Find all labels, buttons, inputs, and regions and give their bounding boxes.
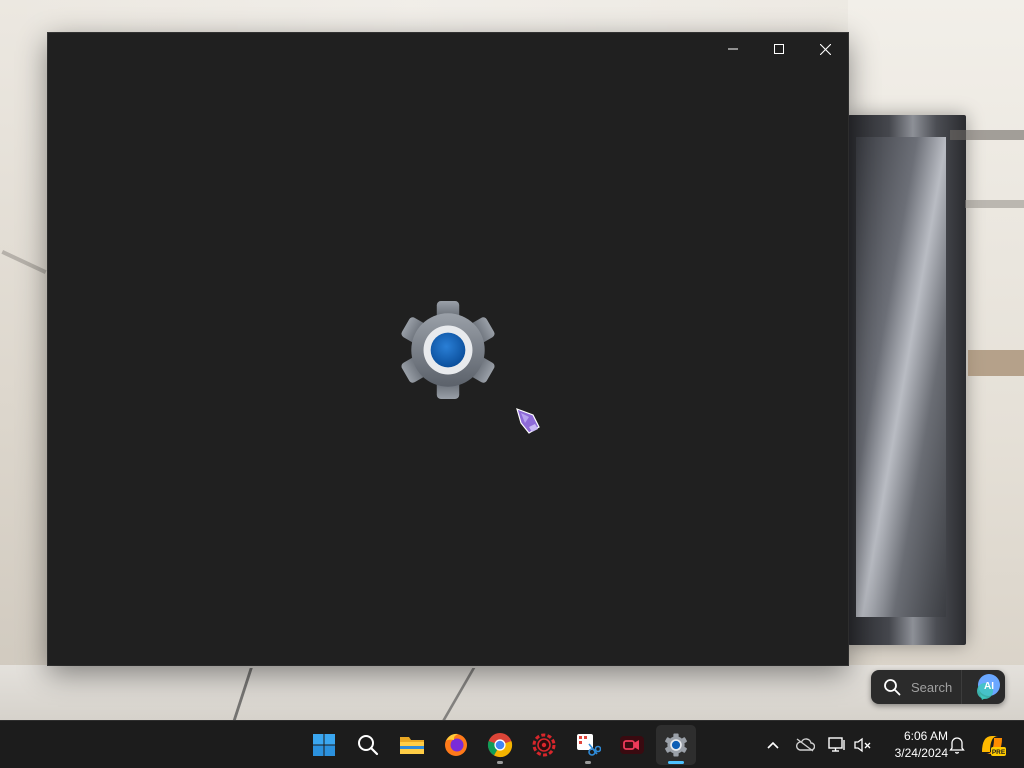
- volume-muted-icon: [854, 737, 871, 753]
- taskbar-recorder-app[interactable]: [524, 725, 564, 765]
- taskbar-search-button[interactable]: [348, 725, 388, 765]
- settings-window: [48, 33, 848, 665]
- desktop-search-widget[interactable]: Search AI: [871, 670, 1005, 704]
- maximize-icon: [774, 44, 784, 54]
- minimize-icon: [728, 48, 738, 50]
- settings-gear-icon: [401, 301, 495, 399]
- maximize-button[interactable]: [756, 33, 802, 65]
- tray-onedrive[interactable]: [794, 733, 816, 757]
- taskbar-start-button[interactable]: [304, 725, 344, 765]
- taskbar-file-explorer[interactable]: [392, 725, 432, 765]
- ai-assistant-icon[interactable]: AI: [972, 672, 1002, 702]
- clock-date: 3/24/2024: [894, 746, 948, 760]
- tray-network[interactable]: [826, 733, 848, 757]
- taskbar-chrome[interactable]: [480, 725, 520, 765]
- taskbar-settings[interactable]: [656, 725, 696, 765]
- running-indicator: [585, 761, 591, 764]
- settings-gear-icon: [665, 733, 687, 757]
- taskbar-screen-recorder[interactable]: [612, 725, 652, 765]
- copilot-button[interactable]: PRE: [978, 733, 1006, 757]
- window-controls: [710, 33, 848, 65]
- active-indicator: [668, 761, 684, 764]
- bell-icon: [949, 737, 965, 754]
- close-icon: [819, 43, 831, 55]
- copilot-icon: PRE: [982, 736, 1006, 756]
- taskbar-firefox[interactable]: [436, 725, 476, 765]
- taskbar-snipping-tool[interactable]: [568, 725, 608, 765]
- minimize-button[interactable]: [710, 33, 756, 65]
- folder-icon: [400, 737, 424, 754]
- windows-start-icon: [313, 734, 335, 756]
- search-icon: [358, 735, 379, 756]
- network-icon: [828, 737, 845, 752]
- notification-button[interactable]: [946, 733, 968, 757]
- wallpaper-tv: [848, 115, 966, 645]
- copilot-pre-badge: PRE: [992, 749, 1006, 756]
- ai-badge-label: AI: [984, 681, 994, 692]
- snipping-tool-icon: [577, 734, 601, 756]
- red-gear-icon: [532, 733, 556, 757]
- tray-volume[interactable]: [852, 733, 874, 757]
- cloud-offline-icon: [796, 738, 815, 752]
- taskbar-clock[interactable]: 6:06 AM 3/24/2024: [876, 728, 948, 762]
- tray-overflow-button[interactable]: [762, 733, 784, 757]
- firefox-icon: [445, 733, 467, 756]
- taskbar: 6:06 AM 3/24/2024 PRE: [0, 720, 1024, 768]
- chrome-icon: [487, 733, 513, 758]
- running-indicator: [497, 761, 503, 764]
- search-placeholder: Search: [911, 679, 953, 695]
- search-icon: [883, 677, 903, 697]
- chevron-up-icon: [767, 741, 779, 749]
- clock-time: 6:06 AM: [903, 729, 948, 743]
- camera-recorder-icon: [620, 736, 644, 754]
- pen-cursor-icon: [516, 408, 540, 434]
- close-button[interactable]: [802, 33, 848, 65]
